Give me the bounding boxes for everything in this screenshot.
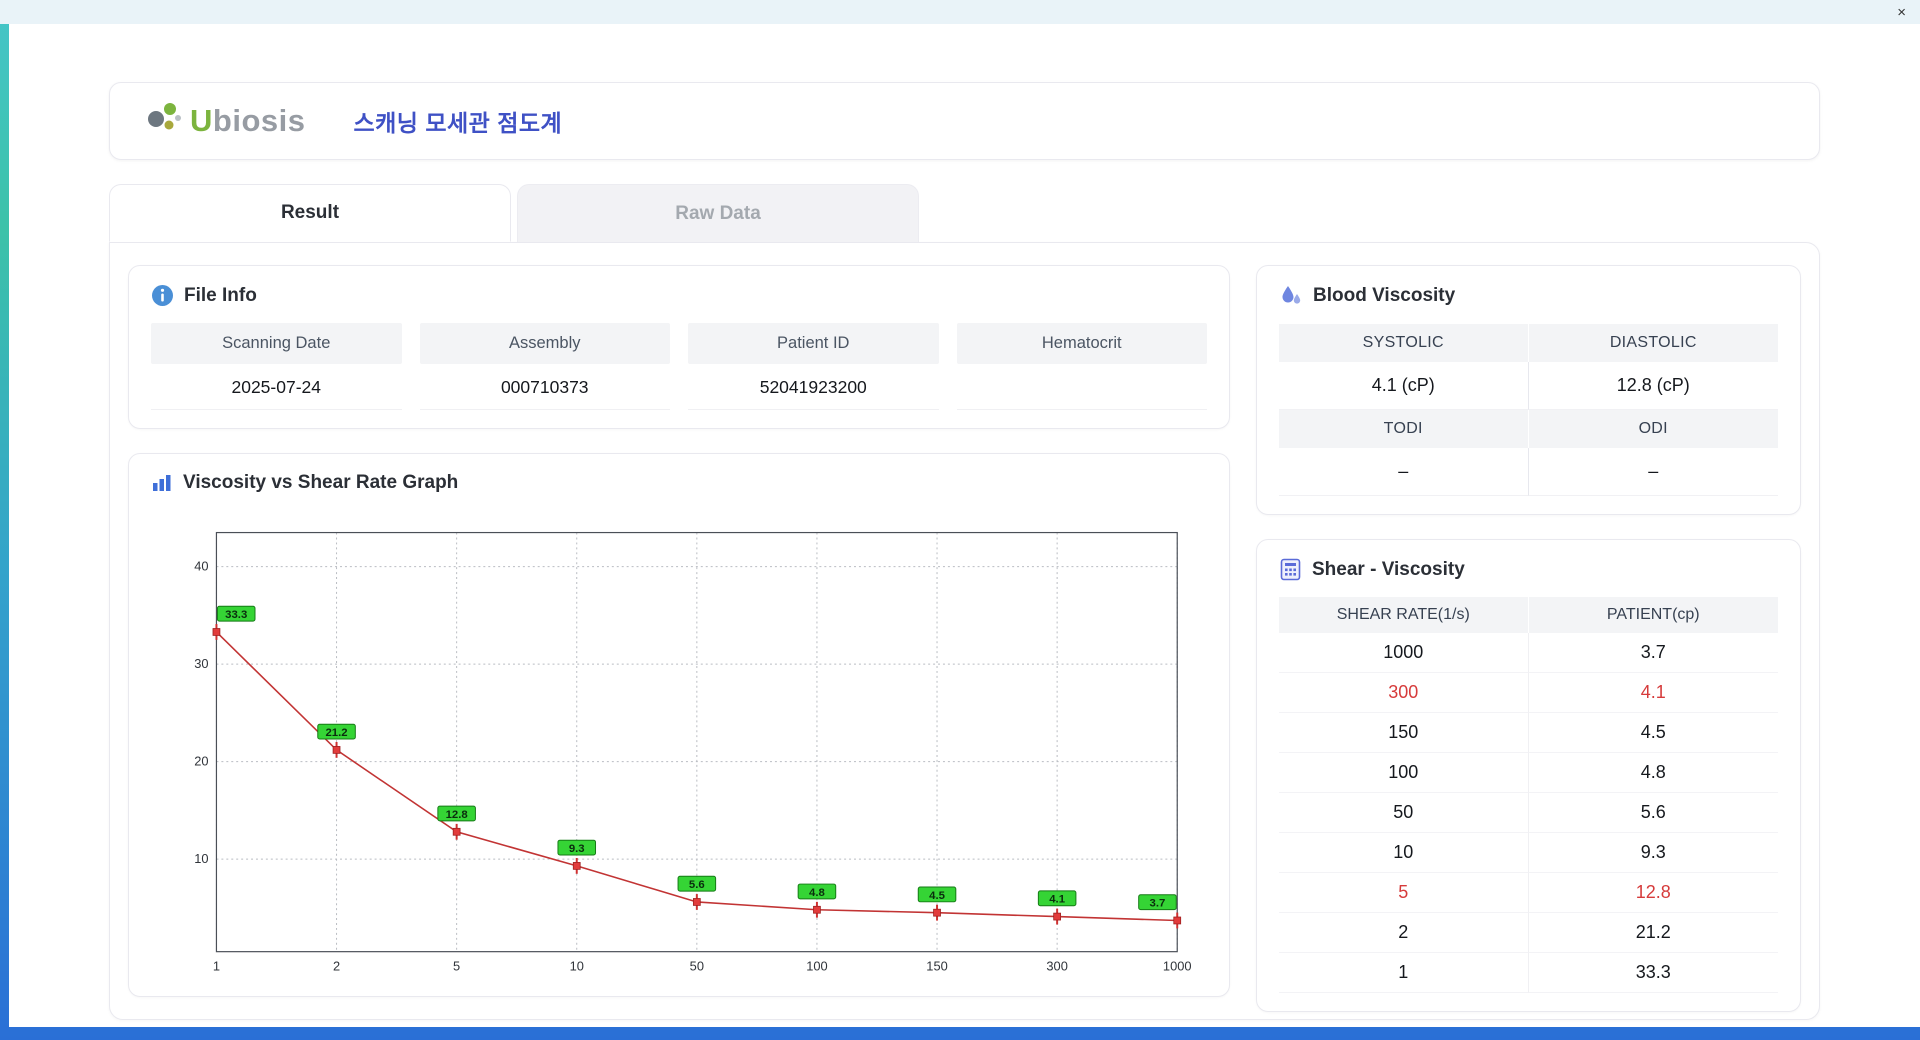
close-icon[interactable]: × <box>1897 5 1906 20</box>
patient-value-cell: 9.3 <box>1528 833 1778 873</box>
patient-value-cell: 12.8 <box>1528 873 1778 913</box>
file-info-value-patient-id: 52041923200 <box>688 364 939 410</box>
table-row: 300 4.1 <box>1279 673 1778 713</box>
svg-text:4.5: 4.5 <box>929 890 945 902</box>
svg-text:4.8: 4.8 <box>809 887 825 899</box>
shear-viscosity-table: SHEAR RATE(1/s) PATIENT(cp) 1000 3.7 300… <box>1279 597 1778 993</box>
odi-label: ODI <box>1528 410 1778 448</box>
file-info-card: File Info Scanning Date Assembly Patient… <box>128 265 1230 429</box>
diastolic-value: 12.8 (cP) <box>1528 362 1778 410</box>
table-row: 10 9.3 <box>1279 833 1778 873</box>
blood-viscosity-title: Blood Viscosity <box>1313 285 1456 306</box>
shear-rate-cell: 300 <box>1279 673 1529 713</box>
svg-text:20: 20 <box>194 754 208 769</box>
page-title: 스캐닝 모세관 점도계 <box>353 110 563 136</box>
table-row: 1 33.3 <box>1279 953 1778 993</box>
svg-text:1: 1 <box>213 958 220 973</box>
blood-viscosity-card: Blood Viscosity SYSTOLIC DIASTOLIC 4.1 (… <box>1256 265 1801 515</box>
shear-rate-cell: 100 <box>1279 753 1529 793</box>
viscosity-graph-card: Viscosity vs Shear Rate Graph 10 20 30 40 1 2… <box>128 453 1230 997</box>
svg-text:40: 40 <box>194 559 208 574</box>
diastolic-label: DIASTOLIC <box>1528 324 1778 362</box>
svg-text:3.7: 3.7 <box>1150 898 1166 910</box>
svg-text:100: 100 <box>806 958 827 973</box>
file-info-label-scanning-date: Scanning Date <box>151 323 402 364</box>
viscosity-chart: 10 20 30 40 1 2 5 10 50 100 150 300 1000 33.3 21.2 12.8… <box>194 531 1192 973</box>
svg-text:9.3: 9.3 <box>569 843 585 855</box>
window-titlebar: × <box>0 0 1920 24</box>
shear-viscosity-card: Shear - Viscosity SHEAR RATE(1/s) PATIEN… <box>1256 539 1801 1012</box>
file-info-value-scanning-date: 2025-07-24 <box>151 364 402 410</box>
odi-value: – <box>1528 448 1778 496</box>
bar-chart-icon <box>151 472 173 494</box>
svg-text:12.8: 12.8 <box>446 809 468 821</box>
logo-text: Ubiosis <box>190 103 305 139</box>
patient-value-cell: 4.5 <box>1528 713 1778 753</box>
svg-text:33.3: 33.3 <box>225 609 247 621</box>
file-info-label-assembly: Assembly <box>419 323 670 364</box>
todi-value: – <box>1279 448 1529 496</box>
app-window: Ubiosis 스캐닝 모세관 점도계 Result Raw Data File… <box>9 24 1920 1027</box>
logo-text-rest: biosis <box>212 103 306 138</box>
patient-value-cell: 5.6 <box>1528 793 1778 833</box>
systolic-value: 4.1 (cP) <box>1279 362 1529 410</box>
app-header: Ubiosis 스캐닝 모세관 점도계 <box>109 82 1820 160</box>
shear-rate-cell: 2 <box>1279 913 1529 953</box>
tab-bar: Result Raw Data <box>109 184 1820 242</box>
table-row: 50 5.6 <box>1279 793 1778 833</box>
shear-rate-cell: 50 <box>1279 793 1529 833</box>
table-calculator-icon <box>1279 558 1302 581</box>
file-info-value-assembly: 000710373 <box>419 364 670 410</box>
shear-rate-cell: 150 <box>1279 713 1529 753</box>
table-row: 1000 3.7 <box>1279 633 1778 673</box>
systolic-label: SYSTOLIC <box>1279 324 1529 362</box>
patient-value-cell: 4.8 <box>1528 753 1778 793</box>
logo-dots-icon <box>144 99 184 143</box>
tab-raw-data[interactable]: Raw Data <box>517 184 919 242</box>
table-row: 2 21.2 <box>1279 913 1778 953</box>
viscosity-graph-title: Viscosity vs Shear Rate Graph <box>183 472 459 493</box>
patient-value-cell: 21.2 <box>1528 913 1778 953</box>
blood-drop-icon <box>1279 284 1303 308</box>
shear-rate-cell: 1 <box>1279 953 1529 993</box>
file-info-value-hematocrit <box>956 364 1207 410</box>
patient-value-cell: 4.1 <box>1528 673 1778 713</box>
svg-text:5: 5 <box>453 958 460 973</box>
ubiosis-logo: Ubiosis <box>144 99 305 143</box>
logo-text-u: U <box>190 103 213 138</box>
shear-viscosity-title: Shear - Viscosity <box>1312 558 1465 580</box>
table-row: 5 12.8 <box>1279 873 1778 913</box>
file-info-label-hematocrit: Hematocrit <box>956 323 1207 364</box>
svg-text:5.6: 5.6 <box>689 879 705 891</box>
todi-label: TODI <box>1279 410 1529 448</box>
table-header-row: SHEAR RATE(1/s) PATIENT(cp) <box>1279 597 1778 633</box>
table-row: 150 4.5 <box>1279 713 1778 753</box>
column-header-shear-rate: SHEAR RATE(1/s) <box>1279 597 1529 633</box>
svg-text:4.1: 4.1 <box>1049 894 1065 906</box>
result-panel: File Info Scanning Date Assembly Patient… <box>109 242 1820 1020</box>
svg-text:150: 150 <box>926 958 947 973</box>
svg-text:50: 50 <box>690 958 704 973</box>
tab-result[interactable]: Result <box>109 184 511 242</box>
shear-rate-cell: 5 <box>1279 873 1529 913</box>
column-header-patient: PATIENT(cp) <box>1528 597 1778 633</box>
shear-rate-cell: 1000 <box>1279 633 1529 673</box>
svg-text:1000: 1000 <box>1163 958 1192 973</box>
info-icon <box>151 284 174 307</box>
svg-text:10: 10 <box>194 851 208 866</box>
patient-value-cell: 33.3 <box>1528 953 1778 993</box>
file-info-title: File Info <box>184 284 257 306</box>
svg-text:300: 300 <box>1046 958 1067 973</box>
shear-rate-cell: 10 <box>1279 833 1529 873</box>
svg-text:10: 10 <box>570 958 584 973</box>
svg-text:30: 30 <box>194 656 208 671</box>
table-row: 100 4.8 <box>1279 753 1778 793</box>
patient-value-cell: 3.7 <box>1528 633 1778 673</box>
svg-text:2: 2 <box>333 958 340 973</box>
svg-text:21.2: 21.2 <box>325 727 347 739</box>
file-info-label-patient-id: Patient ID <box>688 323 939 364</box>
